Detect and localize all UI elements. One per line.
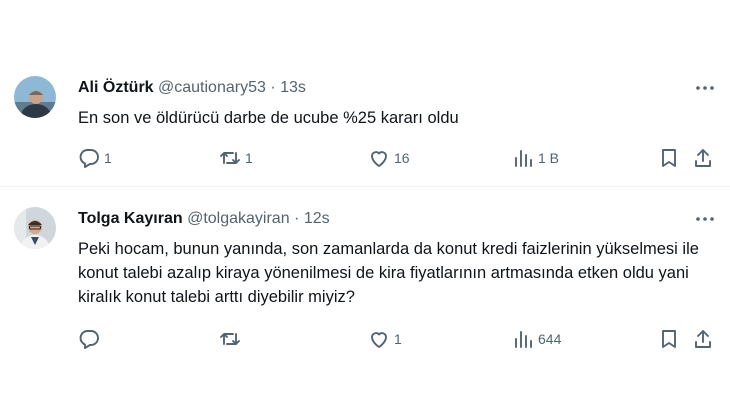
views-icon bbox=[515, 150, 532, 167]
tweet-header: Ali Öztürk @cautionary53 · 13s bbox=[78, 78, 306, 98]
like-button[interactable]: 1 bbox=[368, 327, 402, 351]
retweet-icon bbox=[220, 152, 240, 164]
bookmark-button[interactable] bbox=[658, 327, 680, 351]
bookmark-icon bbox=[662, 330, 676, 348]
tweet-time[interactable]: 12s bbox=[304, 210, 330, 227]
author-name[interactable]: Ali Öztürk bbox=[78, 79, 154, 96]
tweet-time[interactable]: 13s bbox=[280, 79, 306, 96]
author-name[interactable]: Tolga Kayıran bbox=[78, 210, 183, 227]
share-icon bbox=[695, 330, 711, 348]
share-button[interactable] bbox=[692, 327, 714, 351]
retweet-button[interactable] bbox=[219, 327, 245, 351]
more-icon[interactable] bbox=[694, 77, 716, 99]
author-handle[interactable]: @tolgakayiran bbox=[187, 210, 290, 227]
reply-icon bbox=[79, 149, 99, 168]
avatar[interactable] bbox=[14, 76, 56, 118]
retweet-icon bbox=[220, 333, 240, 345]
retweet-button[interactable]: 1 bbox=[219, 146, 253, 170]
tweet[interactable]: Tolga Kayıran @tolgakayiran · 12s Peki h… bbox=[0, 193, 730, 363]
tweet-text: En son ve öldürücü darbe de ucube %25 ka… bbox=[78, 109, 459, 127]
tweet[interactable]: Ali Öztürk @cautionary53 · 13s En son ve… bbox=[0, 62, 730, 182]
separator-dot: · bbox=[270, 79, 276, 96]
like-button[interactable]: 16 bbox=[368, 146, 410, 170]
like-count: 1 bbox=[394, 331, 402, 347]
avatar[interactable] bbox=[14, 207, 56, 249]
views-button[interactable]: 1 B bbox=[512, 146, 559, 170]
heart-icon bbox=[371, 151, 387, 167]
bookmark-button[interactable] bbox=[658, 146, 680, 170]
views-count: 1 B bbox=[538, 150, 560, 166]
views-count: 644 bbox=[538, 331, 562, 347]
reply-count: 1 bbox=[104, 150, 112, 166]
views-button[interactable]: 644 bbox=[512, 327, 561, 351]
separator-dot: · bbox=[294, 210, 300, 227]
share-icon bbox=[695, 149, 711, 167]
share-button[interactable] bbox=[692, 146, 714, 170]
tweet-actions: 1 1 16 1 B bbox=[78, 146, 716, 170]
like-count: 16 bbox=[394, 150, 410, 166]
reply-button[interactable] bbox=[78, 327, 104, 351]
reply-button[interactable]: 1 bbox=[78, 146, 112, 170]
heart-icon bbox=[371, 332, 387, 348]
tweet-divider bbox=[0, 186, 730, 187]
reply-icon bbox=[79, 330, 99, 349]
bookmark-icon bbox=[662, 149, 676, 167]
author-handle[interactable]: @cautionary53 bbox=[158, 79, 266, 96]
views-icon bbox=[515, 331, 532, 348]
more-icon[interactable] bbox=[694, 208, 716, 230]
tweet-text: Peki hocam, bunun yanında, son zamanlard… bbox=[78, 240, 699, 306]
tweet-actions: 1 644 bbox=[78, 327, 716, 351]
retweet-count: 1 bbox=[245, 150, 253, 166]
tweet-header: Tolga Kayıran @tolgakayiran · 12s bbox=[78, 209, 330, 229]
